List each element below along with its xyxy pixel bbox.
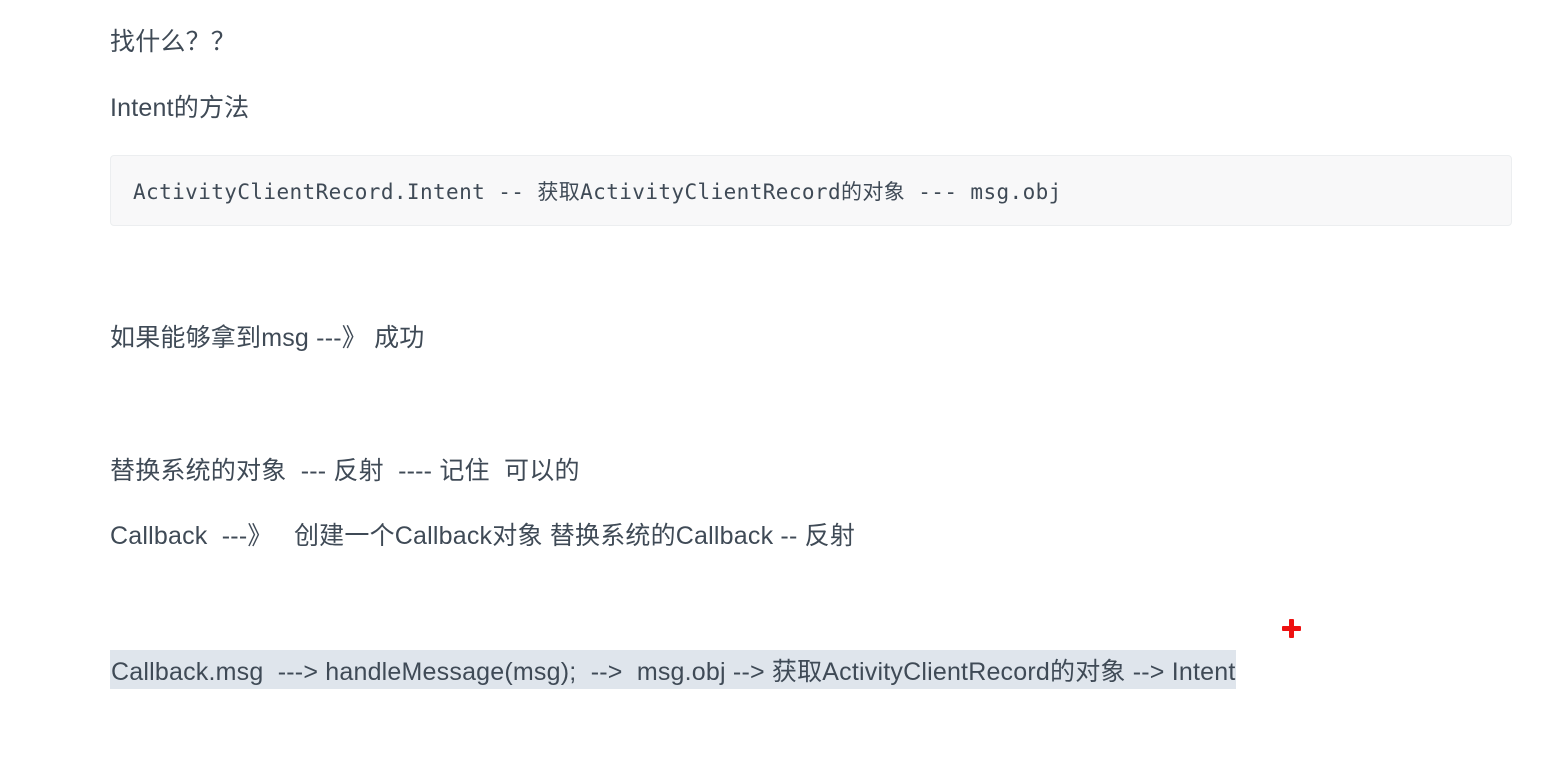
note-line-question: 找什么？？ bbox=[110, 28, 237, 56]
code-block[interactable]: ActivityClientRecord.Intent -- 获取Activit… bbox=[110, 155, 1512, 226]
selected-text-line[interactable]: Callback.msg ---> handleMessage(msg); --… bbox=[110, 650, 1237, 689]
note-line-intent-method: Intent的方法 bbox=[110, 94, 250, 122]
crosshair-cursor-icon bbox=[1282, 619, 1301, 638]
note-line-get-msg: 如果能够拿到msg ---》 成功 bbox=[110, 324, 425, 352]
note-line-callback-reflection: Callback ---》 创建一个Callback对象 替换系统的Callba… bbox=[110, 522, 856, 550]
code-block-text: ActivityClientRecord.Intent -- 获取Activit… bbox=[133, 179, 1062, 204]
note-line-replace-object: 替换系统的对象 --- 反射 ---- 记住 可以的 bbox=[110, 457, 580, 485]
note-page: 找什么？？ Intent的方法 ActivityClientRecord.Int… bbox=[0, 0, 1549, 772]
